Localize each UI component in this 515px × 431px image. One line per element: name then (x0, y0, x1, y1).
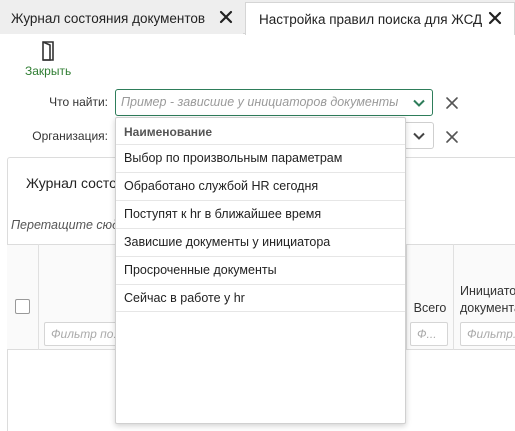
column-header-initiator[interactable]: Инициатор документа (460, 283, 515, 317)
list-item[interactable]: Выбор по произвольным параметрам (116, 144, 405, 172)
find-combobox[interactable]: Пример - зависшие у инициаторов документ… (115, 89, 433, 116)
list-item[interactable]: Обработано службой HR сегодня (116, 172, 405, 200)
tab-label: Журнал состояния документов (11, 10, 206, 26)
organization-combobox[interactable] (405, 122, 434, 149)
tab-search-rules[interactable]: Настройка правил поиска для ЖСД (245, 2, 515, 35)
tab-label: Настройка правил поиска для ЖСД (259, 11, 483, 27)
list-item[interactable]: Зависшие документы у инициатора (116, 228, 405, 256)
tab-bar: Журнал состояния документов Настройка пр… (0, 0, 515, 35)
column-divider (406, 244, 407, 350)
dropdown-column-header: Наименование (124, 125, 213, 139)
close-icon[interactable] (487, 10, 503, 26)
close-icon[interactable] (218, 9, 234, 25)
list-item[interactable]: Просроченные документы (116, 256, 405, 284)
find-input[interactable]: Пример - зависшие у инициаторов документ… (121, 95, 401, 109)
find-dropdown-list: Наименование Выбор по произвольным парам… (115, 117, 406, 424)
chevron-down-icon[interactable] (410, 127, 428, 145)
close-button[interactable]: Закрыть (20, 38, 80, 82)
filter-total[interactable]: Ф... (410, 322, 448, 346)
door-exit-icon (42, 41, 54, 61)
select-all-checkbox[interactable] (15, 299, 30, 314)
find-label: Что найти: (49, 95, 108, 109)
divider (116, 311, 405, 312)
organization-label: Организация: (32, 129, 108, 143)
filter-initiator[interactable]: Фильтр... (460, 322, 515, 346)
clear-icon[interactable] (445, 96, 459, 110)
column-header-total[interactable]: Всего (407, 300, 453, 317)
tab-document-journal[interactable]: Журнал состояния документов (0, 2, 243, 34)
clear-icon[interactable] (445, 130, 459, 144)
list-item[interactable]: Сейчас в работе у hr (116, 284, 405, 312)
chevron-down-icon[interactable] (410, 94, 428, 112)
column-divider (453, 244, 454, 350)
close-button-label: Закрыть (25, 64, 72, 78)
column-divider (38, 244, 39, 350)
list-item[interactable]: Поступят к hr в ближайшее время (116, 200, 405, 228)
